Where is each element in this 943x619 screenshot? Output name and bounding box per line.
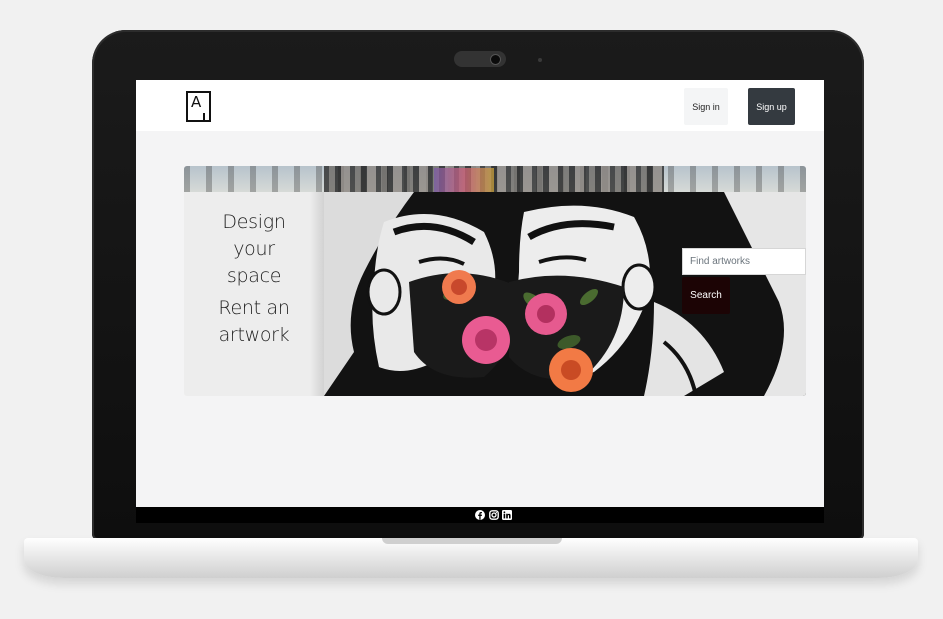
search-input[interactable] bbox=[682, 248, 806, 275]
search-button[interactable]: Search bbox=[682, 277, 730, 314]
hero-banner: Design your space Rent an artwork Search bbox=[184, 166, 806, 396]
linkedin-icon[interactable] bbox=[501, 509, 512, 520]
navbar: A Sign in Sign up bbox=[136, 80, 824, 131]
facebook-icon[interactable] bbox=[474, 509, 485, 520]
tagline-line: Rent an bbox=[218, 297, 290, 319]
tagline-line: your bbox=[233, 238, 275, 260]
laptop-base bbox=[24, 538, 918, 578]
hero-background-art bbox=[434, 168, 494, 192]
webcam-icon bbox=[491, 55, 500, 64]
instagram-icon[interactable] bbox=[488, 509, 499, 520]
tagline-line: artwork bbox=[218, 324, 290, 346]
browser-viewport: A Sign in Sign up Design your space Rent… bbox=[136, 80, 824, 523]
hero-tagline-rent: Rent an artwork bbox=[212, 295, 296, 349]
sign-up-button[interactable]: Sign up bbox=[748, 88, 795, 125]
hero-background-trees bbox=[324, 166, 664, 194]
logo[interactable]: A bbox=[186, 91, 211, 122]
tagline-line: space bbox=[226, 265, 282, 287]
sign-in-button[interactable]: Sign in bbox=[684, 88, 728, 125]
indicator-light bbox=[538, 58, 542, 62]
laptop-base-notch bbox=[382, 538, 562, 544]
mural-image bbox=[324, 192, 806, 396]
tagline-line: Design bbox=[222, 211, 286, 233]
hero-tagline-design: Design your space bbox=[212, 209, 296, 290]
logo-mark bbox=[203, 113, 205, 122]
logo-letter: A bbox=[191, 93, 202, 111]
footer bbox=[136, 507, 824, 523]
